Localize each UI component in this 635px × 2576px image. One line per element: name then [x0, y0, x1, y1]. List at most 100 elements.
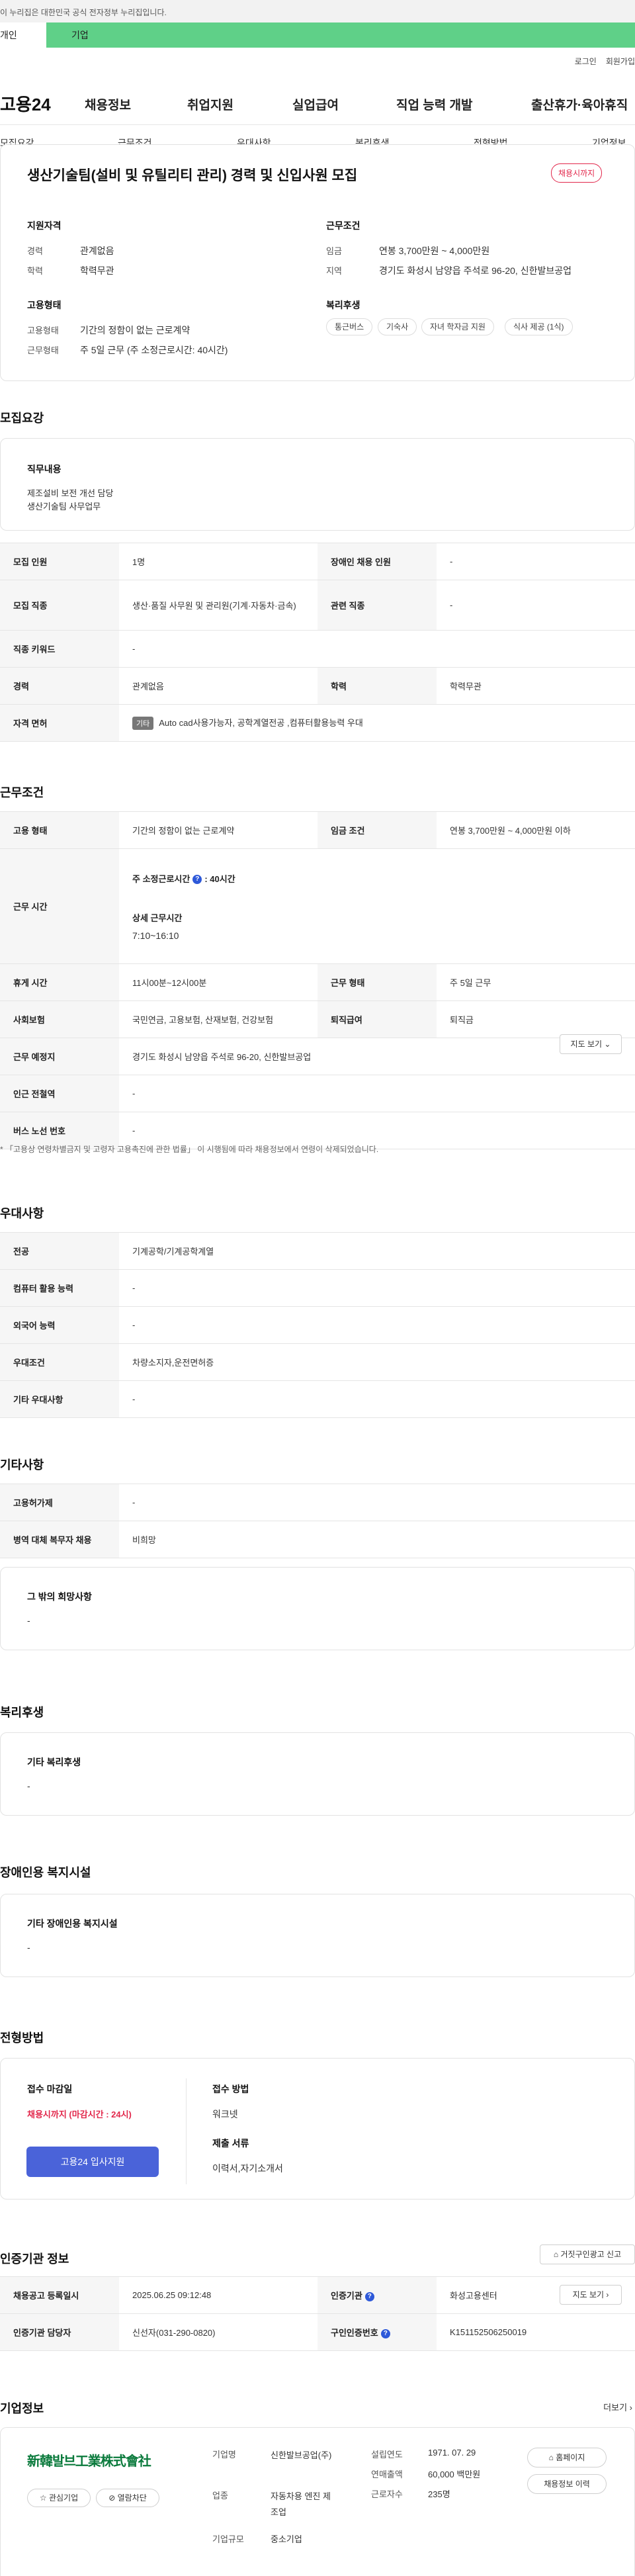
user-type-tabs: 개인 기업 — [0, 22, 635, 48]
row-value: - — [119, 1484, 635, 1521]
row-label: 병역 대체 복무자 채용 — [0, 1521, 119, 1558]
company-est-label: 설립연도 — [371, 2450, 403, 2460]
apply-button[interactable]: 고용24 입사지원 — [26, 2147, 159, 2177]
row-label: 경력 — [0, 667, 119, 705]
report-button-label: 거짓구인광고 신고 — [560, 2250, 622, 2259]
company-size: 중소기업 — [271, 2534, 302, 2544]
row-label: 인증기관? — [318, 2276, 437, 2314]
row-value: - — [119, 1380, 635, 1418]
company-emp: 235명 — [428, 2489, 450, 2499]
question-icon[interactable]: ? — [364, 2291, 374, 2301]
gnb-item-jobs[interactable]: 채용정보 — [85, 95, 131, 113]
row-value: 학력무관 — [437, 667, 635, 705]
row-value: 신선자(031-290-0820) — [119, 2313, 318, 2351]
row-value: - — [437, 543, 635, 580]
tab-company[interactable]: 기업 — [71, 22, 89, 48]
home-icon: ⌂ — [548, 2453, 554, 2462]
wish-value: - — [27, 1615, 30, 1626]
row-value: 퇴직금 — [437, 1000, 635, 1038]
row-value: 연봉 3,700만원 ~ 4,000만원 이하 — [437, 811, 635, 849]
signup-link[interactable]: 회원가입 — [606, 57, 635, 66]
row-value: 관계없음 — [119, 667, 318, 705]
divider — [186, 2078, 187, 2184]
row-label: 관련 직종 — [318, 580, 437, 631]
block-button[interactable]: ⊘ 열람차단 — [96, 2489, 159, 2507]
cond-heading: 근무조건 — [326, 220, 360, 231]
row-label: 휴게 시간 — [0, 963, 119, 1001]
row-value: 기계공학/기계공학계열 — [119, 1232, 635, 1270]
wish-card: 그 밖의 희망사항 - — [0, 1567, 635, 1650]
row-label: 직종 키워드 — [0, 630, 119, 668]
detail-hours: 7:10~16:10 — [132, 930, 179, 941]
emp-form: 주 5일 근무 (주 소정근로시간: 40시간) — [80, 345, 228, 355]
select-heading: 전형방법 — [0, 2031, 44, 2045]
row-label: 전공 — [0, 1232, 119, 1270]
site-logo[interactable]: 고용24 — [0, 91, 51, 116]
welfare-chip: 자녀 학자금 지원 — [421, 318, 494, 335]
num-label-text: 구인인증번호 — [331, 2328, 378, 2338]
row-value: - — [437, 580, 635, 631]
other-heading: 기타사항 — [0, 1458, 44, 1472]
row-label: 학력 — [318, 667, 437, 705]
wish-heading: 그 밖의 희망사항 — [27, 1591, 92, 1602]
other-table: 고용허가제 - 병역 대체 복무자 채용 비희망 — [0, 1484, 635, 1558]
duty-card: 직무내용 제조설비 보전 개선 담당 생산기술팀 사무업무 — [0, 438, 635, 531]
company-emp-label: 근로자수 — [371, 2489, 403, 2499]
more-link[interactable]: 더보기 › — [603, 2401, 632, 2413]
row-label: 자격 면허 — [0, 704, 119, 742]
chevron-down-icon: ⌄ — [604, 1040, 611, 1049]
std-hours: 40시간 — [210, 873, 235, 884]
company-heading: 기업정보 — [0, 2402, 44, 2415]
license-text: Auto cad사용가능자, 공학계열전공 ,컴퓨터활용능력 우대 — [159, 718, 363, 728]
disab-value: - — [27, 1942, 30, 1953]
history-button[interactable]: 채용정보 이력 — [527, 2474, 607, 2494]
docs-value: 이력서,자기소개서 — [212, 2163, 283, 2174]
work-heading: 근무조건 — [0, 786, 44, 799]
row-label: 장애인 채용 인원 — [318, 543, 437, 580]
disab-sub: 기타 장애인용 복지시설 — [27, 1918, 118, 1929]
gnb-item-benefit[interactable]: 실업급여 — [292, 95, 339, 113]
cond-loc-label: 지역 — [326, 266, 342, 276]
question-icon[interactable]: ? — [380, 2329, 390, 2338]
login-link[interactable]: 로그인 — [575, 57, 597, 66]
emp-type-label: 고용형태 — [27, 326, 59, 335]
fav-button[interactable]: ☆ 관심기업 — [27, 2489, 91, 2507]
row-label: 모집 인원 — [0, 543, 119, 580]
benefit-sub: 기타 복리후생 — [27, 1757, 81, 1767]
row-value: - — [119, 1269, 635, 1307]
company-card: 新韓발브工業株式會社 ☆ 관심기업 ⊘ 열람차단 기업명 신한발브공업(주) 업… — [0, 2427, 635, 2576]
cond-wage-label: 임금 — [326, 246, 342, 256]
row-label: 인증기관 담당자 — [0, 2313, 119, 2351]
report-button[interactable]: ⌂ 거짓구인광고 신고 — [540, 2244, 635, 2264]
map-button[interactable]: 지도 보기 ⌄ — [560, 1034, 622, 1054]
more-label: 더보기 — [603, 2403, 628, 2413]
row-label: 우대조건 — [0, 1343, 119, 1381]
disab-card: 기타 장애인용 복지시설 - — [0, 1894, 635, 1977]
top-links: 로그인 회원가입 — [566, 56, 635, 67]
gov-notice-bar: 이 누리집은 대한민국 공식 전자정부 누리집입니다. — [0, 0, 635, 22]
row-label: 고용 형태 — [0, 811, 119, 849]
chevron-right-icon: › — [606, 2290, 609, 2299]
deadline-value: 채용시까지 (마감시간 : 24시) — [27, 2110, 132, 2119]
row-value: 주 소정근로시간?: 40시간 상세 근무시간 7:10~16:10 — [119, 848, 635, 964]
company-logo: 新韓발브工業株式會社 — [27, 2453, 151, 2469]
agency-heading: 인증기관 정보 — [0, 2252, 69, 2266]
row-label: 근무 예정지 — [0, 1038, 119, 1075]
gnb-item-training[interactable]: 직업 능력 개발 — [396, 95, 472, 113]
row-value: 생산·품질 사무원 및 관리원(기계·자동차·금속) — [119, 580, 318, 631]
row-label: 사회보험 — [0, 1000, 119, 1038]
question-icon[interactable]: ? — [192, 875, 202, 885]
detail-hours-heading: 상세 근무시간 — [132, 912, 183, 923]
duty-line: 제조설비 보전 개선 담당 — [27, 488, 114, 498]
row-label: 인근 전철역 — [0, 1075, 119, 1112]
gnb-item-support[interactable]: 취업지원 — [187, 95, 233, 113]
agency-map-button[interactable]: 지도 보기 › — [560, 2285, 622, 2305]
homepage-button[interactable]: ⌂ 홈페이지 — [527, 2448, 607, 2467]
recruit-table: 모집 인원 1명 장애인 채용 인원 - 모집 직종 생산·품질 사무원 및 관리원(기… — [0, 543, 635, 742]
company-name: 신한발브공업(주) — [271, 2450, 332, 2460]
row-value: 11시00분~12시00분 — [119, 963, 318, 1001]
duty-line: 생산기술팀 사무업무 — [27, 502, 101, 511]
qual-career-label: 경력 — [27, 246, 43, 256]
gnb-item-leave[interactable]: 출산휴가·육아휴직 — [531, 95, 628, 113]
tab-individual[interactable]: 개인 — [0, 22, 46, 48]
